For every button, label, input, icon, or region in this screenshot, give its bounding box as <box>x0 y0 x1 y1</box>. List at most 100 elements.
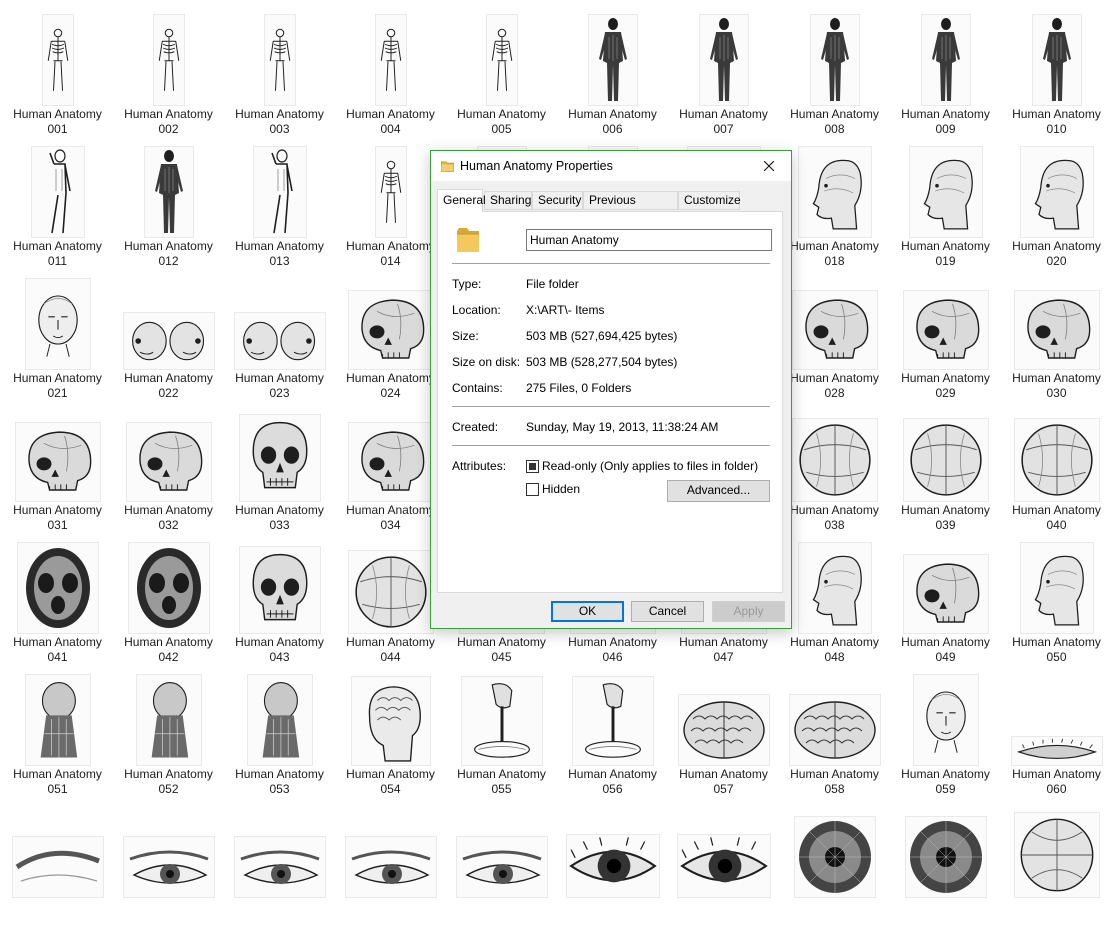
tab-security[interactable]: Security <box>532 191 583 210</box>
file-tile[interactable]: Human Anatomy 006 <box>557 12 668 144</box>
tab-previous-versions[interactable]: Previous Versions <box>583 191 678 224</box>
thumbnail-image <box>902 554 989 634</box>
file-name-label: Human Anatomy 032 <box>113 503 224 532</box>
folder-name-input[interactable] <box>526 229 772 251</box>
file-tile[interactable]: Human Anatomy 051 <box>2 672 113 804</box>
thumbnail-image <box>122 836 215 898</box>
file-number: 023 <box>269 385 290 400</box>
file-name-title: Human Anatomy <box>679 635 768 649</box>
thumbnail-image <box>902 290 989 370</box>
file-tile[interactable]: Human Anatomy 032 <box>113 408 224 540</box>
file-tile[interactable] <box>668 804 779 936</box>
properties-dialog: Human Anatomy Properties General Sharing… <box>430 150 792 629</box>
file-tile[interactable]: Human Anatomy 041 <box>2 540 113 672</box>
file-name-title: Human Anatomy <box>124 371 213 385</box>
thumbnail-image <box>246 674 313 766</box>
file-tile[interactable]: Human Anatomy 029 <box>890 276 1001 408</box>
file-name-label: Human Anatomy 020 <box>1001 239 1112 268</box>
file-tile[interactable]: Human Anatomy 011 <box>2 144 113 276</box>
file-tile[interactable]: Human Anatomy 053 <box>224 672 335 804</box>
thumbnail-image <box>677 694 770 766</box>
file-tile[interactable]: Human Anatomy 021 <box>2 276 113 408</box>
file-number: 053 <box>269 781 290 796</box>
file-tile[interactable]: Human Anatomy 031 <box>2 408 113 540</box>
size-value: 503 MB (527,694,425 bytes) <box>526 329 678 343</box>
thumbnail-image <box>135 674 202 766</box>
folder-icon <box>455 224 481 257</box>
thumbnail-image <box>791 418 878 502</box>
thumbnail-image <box>143 146 194 238</box>
file-tile[interactable] <box>779 804 890 936</box>
file-tile[interactable]: Human Anatomy 057 <box>668 672 779 804</box>
size-label: Size: <box>452 329 479 343</box>
file-tile[interactable] <box>335 804 446 936</box>
file-name-title: Human Anatomy <box>13 371 102 385</box>
file-tile[interactable]: Human Anatomy 042 <box>113 540 224 672</box>
file-tile[interactable]: Human Anatomy 020 <box>1001 144 1112 276</box>
file-name-label: Human Anatomy 054 <box>335 767 446 796</box>
file-tile[interactable]: Human Anatomy 059 <box>890 672 1001 804</box>
file-tile[interactable]: Human Anatomy 058 <box>779 672 890 804</box>
file-name-title: Human Anatomy <box>790 371 879 385</box>
file-tile[interactable]: Human Anatomy 012 <box>113 144 224 276</box>
file-tile[interactable]: Human Anatomy 002 <box>113 12 224 144</box>
file-tile[interactable]: Human Anatomy 018 <box>779 144 890 276</box>
cancel-button[interactable]: Cancel <box>631 601 704 622</box>
file-tile[interactable]: Human Anatomy 060 <box>1001 672 1112 804</box>
file-tile[interactable]: Human Anatomy 040 <box>1001 408 1112 540</box>
file-tile[interactable]: Human Anatomy 049 <box>890 540 1001 672</box>
file-tile[interactable]: Human Anatomy 030 <box>1001 276 1112 408</box>
file-tile[interactable]: Human Anatomy 022 <box>113 276 224 408</box>
file-number: 032 <box>158 517 179 532</box>
readonly-checkbox[interactable] <box>526 460 539 473</box>
file-tile[interactable] <box>224 804 335 936</box>
file-number: 059 <box>935 781 956 796</box>
advanced-button[interactable]: Advanced... <box>667 480 770 502</box>
file-tile[interactable]: Human Anatomy 010 <box>1001 12 1112 144</box>
file-tile[interactable]: Human Anatomy 055 <box>446 672 557 804</box>
file-tile[interactable]: Human Anatomy 008 <box>779 12 890 144</box>
file-tile[interactable]: Human Anatomy 054 <box>335 672 446 804</box>
file-tile[interactable]: Human Anatomy 056 <box>557 672 668 804</box>
file-tile[interactable]: Human Anatomy 019 <box>890 144 1001 276</box>
file-tile[interactable]: Human Anatomy 003 <box>224 12 335 144</box>
file-name-label: Human Anatomy 002 <box>113 107 224 136</box>
thumbnail-image <box>233 836 326 898</box>
tab-general[interactable]: General <box>437 189 486 212</box>
tab-sharing[interactable]: Sharing <box>484 191 532 210</box>
file-tile[interactable] <box>890 804 1001 936</box>
file-tile[interactable]: Human Anatomy 007 <box>668 12 779 144</box>
file-tile[interactable]: Human Anatomy 004 <box>335 12 446 144</box>
file-tile[interactable]: Human Anatomy 023 <box>224 276 335 408</box>
file-tile[interactable]: Human Anatomy 033 <box>224 408 335 540</box>
file-tile[interactable]: Human Anatomy 005 <box>446 12 557 144</box>
close-button[interactable] <box>747 151 791 181</box>
file-name-label: Human Anatomy 006 <box>557 107 668 136</box>
file-name-label: Human Anatomy 008 <box>779 107 890 136</box>
file-tile[interactable]: Human Anatomy 009 <box>890 12 1001 144</box>
apply-button[interactable]: Apply <box>712 601 785 622</box>
file-name-title: Human Anatomy <box>13 503 102 517</box>
dialog-titlebar[interactable]: Human Anatomy Properties <box>431 151 791 181</box>
file-tile[interactable]: Human Anatomy 013 <box>224 144 335 276</box>
file-tile[interactable]: Human Anatomy 052 <box>113 672 224 804</box>
file-tile[interactable]: Human Anatomy 038 <box>779 408 890 540</box>
hidden-checkbox[interactable] <box>526 483 539 496</box>
file-tile[interactable]: Human Anatomy 028 <box>779 276 890 408</box>
file-tile[interactable]: Human Anatomy 039 <box>890 408 1001 540</box>
ok-button[interactable]: OK <box>551 601 624 622</box>
close-icon <box>764 161 774 171</box>
hidden-label: Hidden <box>542 482 581 496</box>
file-tile[interactable]: Human Anatomy 050 <box>1001 540 1112 672</box>
file-name-label: Human Anatomy 022 <box>113 371 224 400</box>
file-name-title: Human Anatomy <box>568 635 657 649</box>
file-tile[interactable] <box>446 804 557 936</box>
file-tile[interactable] <box>1001 804 1112 936</box>
file-tile[interactable]: Human Anatomy 001 <box>2 12 113 144</box>
file-tile[interactable] <box>557 804 668 936</box>
file-tile[interactable] <box>113 804 224 936</box>
tab-customize[interactable]: Customize <box>678 191 741 210</box>
file-tile[interactable]: Human Anatomy 043 <box>224 540 335 672</box>
file-tile[interactable] <box>2 804 113 936</box>
file-tile[interactable]: Human Anatomy 048 <box>779 540 890 672</box>
